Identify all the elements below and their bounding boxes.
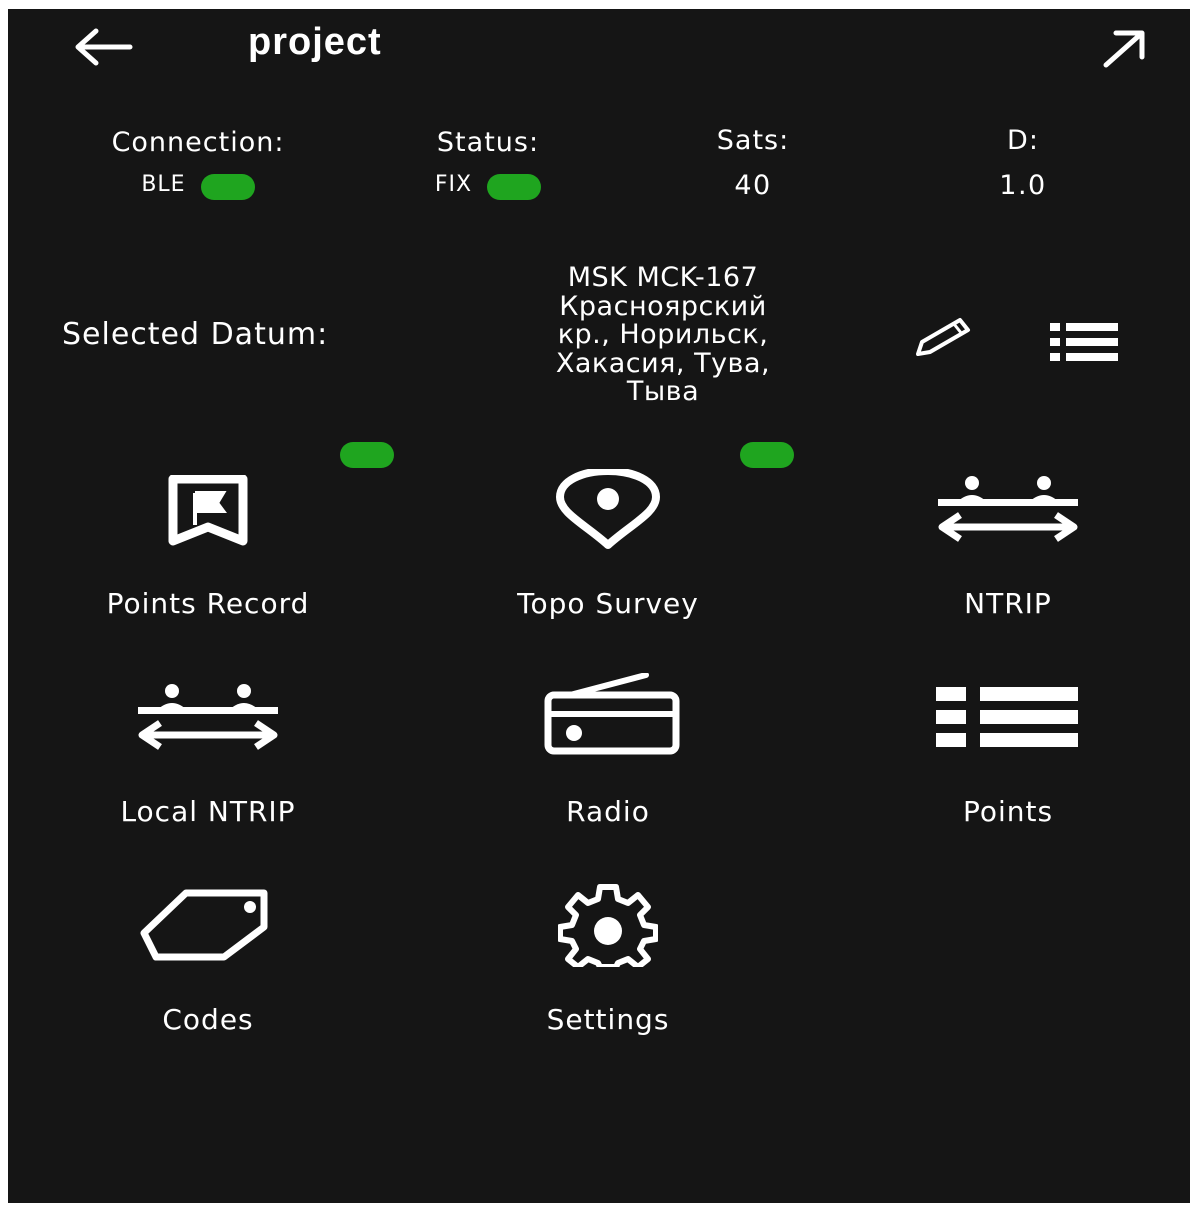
- tile-label: Points: [962, 795, 1054, 828]
- page-title: project: [248, 21, 382, 63]
- arrow-up-right-icon: [1103, 30, 1145, 68]
- connection-label: Connection:: [111, 127, 285, 158]
- connection-status: Connection: BLE: [48, 127, 348, 200]
- tile-label: Topo Survey: [517, 587, 699, 620]
- tile-settings[interactable]: Settings: [448, 857, 768, 1037]
- tile-codes[interactable]: Codes: [48, 857, 368, 1037]
- datum-line: кр., Норильск,: [557, 319, 769, 350]
- tile-ntrip[interactable]: NTRIP: [848, 439, 1168, 620]
- points-record-indicator: [340, 442, 394, 468]
- datum-value: MSK MCK-167 Красноярский кр., Норильск, …: [478, 262, 848, 407]
- users-exchange-icon: [138, 684, 278, 750]
- tile-points-record[interactable]: Points Record: [48, 439, 394, 620]
- tile-label: Codes: [162, 1003, 254, 1036]
- d-value: 1.0: [999, 170, 1047, 201]
- topo-survey-indicator: [740, 442, 794, 468]
- status-indicator: [487, 173, 542, 200]
- list-icon: [1050, 323, 1118, 361]
- sats-label: Sats:: [716, 125, 790, 156]
- edit-datum-button[interactable]: [908, 314, 978, 364]
- datum-line: Хакасия, Тува,: [555, 347, 771, 379]
- datum-label: Selected Datum:: [62, 317, 329, 352]
- gear-icon: [558, 884, 658, 967]
- status-label: Status:: [436, 127, 540, 158]
- tile-topo-survey[interactable]: Topo Survey: [448, 439, 794, 620]
- tile-label: Local NTRIP: [120, 795, 296, 828]
- datum-line: Красноярский: [559, 290, 767, 322]
- datum-line: Тыва: [626, 376, 700, 407]
- fix-status: Status: FIX: [368, 127, 608, 200]
- back-button[interactable]: [68, 25, 138, 69]
- users-exchange-icon: [938, 476, 1078, 542]
- tile-points[interactable]: Points: [848, 649, 1168, 829]
- tile-label: Settings: [546, 1003, 670, 1036]
- datum-line: MSK MCK-167: [567, 262, 759, 293]
- tile-label: NTRIP: [964, 587, 1052, 620]
- expand-button[interactable]: [1098, 25, 1150, 71]
- tile-label: Points Record: [106, 587, 310, 620]
- datum-list-button[interactable]: [1048, 319, 1120, 365]
- location-pin-icon: [556, 469, 660, 549]
- tile-local-ntrip[interactable]: Local NTRIP: [48, 649, 368, 829]
- flag-bookmark-icon: [168, 475, 248, 546]
- list-icon: [936, 687, 1078, 747]
- status-value: FIX: [434, 172, 473, 197]
- d-label: D:: [1007, 125, 1039, 156]
- tile-radio[interactable]: Radio: [448, 649, 768, 829]
- connection-indicator: [200, 173, 255, 200]
- pencil-icon: [916, 318, 970, 356]
- app-screen: project Connection: BLE Status: FIX Sats…: [8, 9, 1190, 1203]
- arrow-left-icon: [75, 28, 133, 66]
- sats-status: Sats: 40: [648, 125, 858, 201]
- sats-value: 40: [734, 170, 772, 201]
- d-status: D: 1.0: [918, 125, 1128, 201]
- connection-value: BLE: [141, 172, 186, 197]
- tag-icon: [140, 889, 268, 961]
- radio-icon: [544, 673, 680, 755]
- tile-label: Radio: [566, 795, 650, 828]
